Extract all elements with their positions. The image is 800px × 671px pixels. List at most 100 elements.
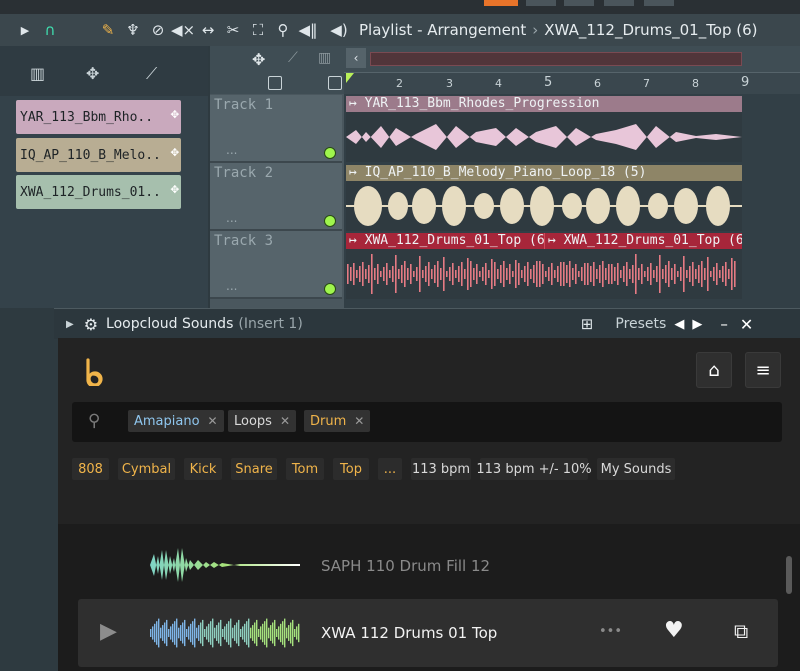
horizontal-scrollbar[interactable]	[370, 52, 742, 66]
zoom-icon[interactable]: ⚲	[272, 19, 294, 41]
pattern-clip[interactable]: ↦ IQ_AP_110_B_Melody_Piano_Loop_18 (5)	[346, 165, 742, 181]
audio-wave-icon[interactable]: ✥	[86, 64, 99, 83]
expand-arrow-icon[interactable]: ▶	[66, 319, 74, 330]
waveform-bar	[359, 266, 361, 282]
magnet-icon[interactable]: ∩	[39, 19, 61, 41]
gear-icon[interactable]: ⚙	[84, 315, 98, 334]
tag-chip[interactable]: ...	[378, 458, 402, 480]
tag-chip[interactable]: Top	[333, 458, 369, 480]
filter-chip[interactable]: Amapiano ✕	[128, 410, 224, 432]
track-select-all[interactable]	[268, 76, 282, 90]
track-menu[interactable]: ...	[226, 211, 237, 225]
waveform-bar	[290, 622, 292, 644]
waveform-bar	[401, 265, 403, 283]
tag-chip[interactable]: 113 bpm	[411, 458, 471, 480]
heart-icon[interactable]: ♥	[664, 618, 684, 643]
track-header[interactable]: Track 1 ...	[210, 95, 342, 163]
playback-icon[interactable]: ◀‖	[297, 19, 319, 41]
pattern-waveform[interactable]	[346, 181, 742, 231]
tag-chip[interactable]: Tom	[286, 458, 324, 480]
waveform-bar	[383, 267, 385, 281]
pencil-icon[interactable]: ✎	[97, 19, 119, 41]
track-mute-led[interactable]	[324, 215, 336, 227]
presets-label[interactable]: Presets	[615, 316, 666, 332]
waveform-bar	[614, 267, 616, 281]
delete-icon[interactable]: ⊘	[147, 19, 169, 41]
pattern-clip[interactable]: ↦ XWA_112_Drums_01_Top (6)	[544, 233, 742, 249]
result-waveform[interactable]	[150, 616, 300, 650]
remove-filter-icon[interactable]: ✕	[280, 414, 290, 428]
track-mute-led[interactable]	[324, 147, 336, 159]
result-name[interactable]: SAPH 110 Drum Fill 12	[321, 557, 490, 575]
remove-filter-icon[interactable]: ✕	[354, 414, 364, 428]
pattern-waveform[interactable]	[346, 249, 742, 299]
keyboard-icon[interactable]: ⊞	[581, 315, 594, 333]
track-menu[interactable]: ...	[226, 279, 237, 293]
browser-clip[interactable]: IQ_AP_110_B_Melo.. ✥	[16, 138, 181, 172]
home-button[interactable]: ⌂	[696, 352, 732, 388]
result-name[interactable]: XWA 112 Drums 01 Top	[321, 624, 497, 642]
paint-brush-icon[interactable]: ♆	[122, 19, 144, 41]
waveform-bar	[548, 267, 550, 281]
scroll-left-button[interactable]: ‹	[346, 48, 366, 68]
top-button[interactable]	[644, 0, 674, 6]
browser-clip[interactable]: YAR_113_Bbm_Rho.. ✥	[16, 100, 181, 134]
track-mute-led[interactable]	[324, 283, 336, 295]
preset-prev-icon[interactable]: ◀	[674, 317, 684, 332]
ruler-tick: 9	[741, 75, 750, 90]
mute-icon[interactable]: ◀×	[171, 19, 195, 41]
slice-icon[interactable]: ✂	[222, 19, 244, 41]
piano-icon[interactable]: ▥	[318, 50, 331, 66]
close-icon[interactable]: ✕	[740, 315, 753, 334]
filter-chip[interactable]: Loops ✕	[228, 410, 297, 432]
waveform-bar	[509, 264, 511, 284]
waveform-bar	[680, 267, 682, 281]
top-button[interactable]	[526, 0, 556, 6]
pattern-clip[interactable]: ↦ XWA_112_Drums_01_Top (6)	[346, 233, 544, 249]
breadcrumb-item[interactable]: XWA_112_Drums_01_Top (6)	[544, 21, 757, 39]
tag-chip[interactable]: Kick	[184, 458, 222, 480]
result-waveform[interactable]	[150, 546, 300, 584]
filter-chip[interactable]: Drum ✕	[304, 410, 371, 432]
waveform-bar	[374, 268, 376, 280]
tag-chip[interactable]: My Sounds	[597, 458, 675, 480]
waveform-bar	[449, 267, 451, 281]
slip-icon[interactable]: ↔	[197, 19, 219, 41]
tag-chip[interactable]: Snare	[231, 458, 277, 480]
track-header[interactable]: Track 3 ...	[210, 231, 342, 299]
track-header[interactable]: Track 2 ...	[210, 163, 342, 231]
pattern-waveform[interactable]	[346, 112, 742, 162]
copy-icon[interactable]: ⧉	[734, 619, 748, 643]
tag-chip[interactable]: 113 bpm +/- 10%	[476, 458, 592, 480]
audio-wave-icon[interactable]: ✥	[252, 50, 265, 69]
menu-button[interactable]: ≡	[745, 352, 781, 388]
play-arrow-icon[interactable]: ▶	[14, 19, 36, 41]
remove-filter-icon[interactable]: ✕	[208, 414, 218, 428]
more-options-icon[interactable]: •••	[599, 624, 622, 639]
track-menu[interactable]: ...	[226, 143, 237, 157]
waveform-bar	[156, 621, 158, 645]
waveform-bar	[206, 626, 208, 640]
preset-next-icon[interactable]: ▶	[692, 317, 702, 332]
track-name: Track 2	[214, 165, 274, 181]
browser-clip[interactable]: XWA_112_Drums_01.. ✥	[16, 175, 181, 209]
tag-chip[interactable]: 808	[72, 458, 109, 480]
tag-chip[interactable]: Cymbal	[118, 458, 175, 480]
speaker-icon[interactable]: ◀)	[328, 19, 350, 41]
waveform-bar	[258, 629, 260, 637]
pattern-clip[interactable]: ↦ YAR_113_Bbm_Rhodes_Progression	[346, 96, 742, 112]
waveform-bar	[407, 268, 409, 280]
waveform-bar	[392, 266, 394, 282]
piano-icon[interactable]: ▥	[30, 64, 45, 83]
automation-icon[interactable]: ⟋	[146, 64, 157, 84]
play-icon[interactable]: ▶	[100, 619, 117, 644]
automation-icon[interactable]: ⟋	[288, 50, 298, 66]
results-scrollbar[interactable]	[786, 556, 792, 594]
top-button[interactable]	[564, 0, 594, 6]
waveform-bar	[707, 257, 709, 291]
select-icon[interactable]: ⛶	[247, 19, 269, 41]
track-group[interactable]	[328, 76, 342, 90]
waveform-bar	[641, 264, 643, 284]
top-button[interactable]	[604, 0, 634, 6]
minimize-icon[interactable]: –	[720, 315, 728, 333]
